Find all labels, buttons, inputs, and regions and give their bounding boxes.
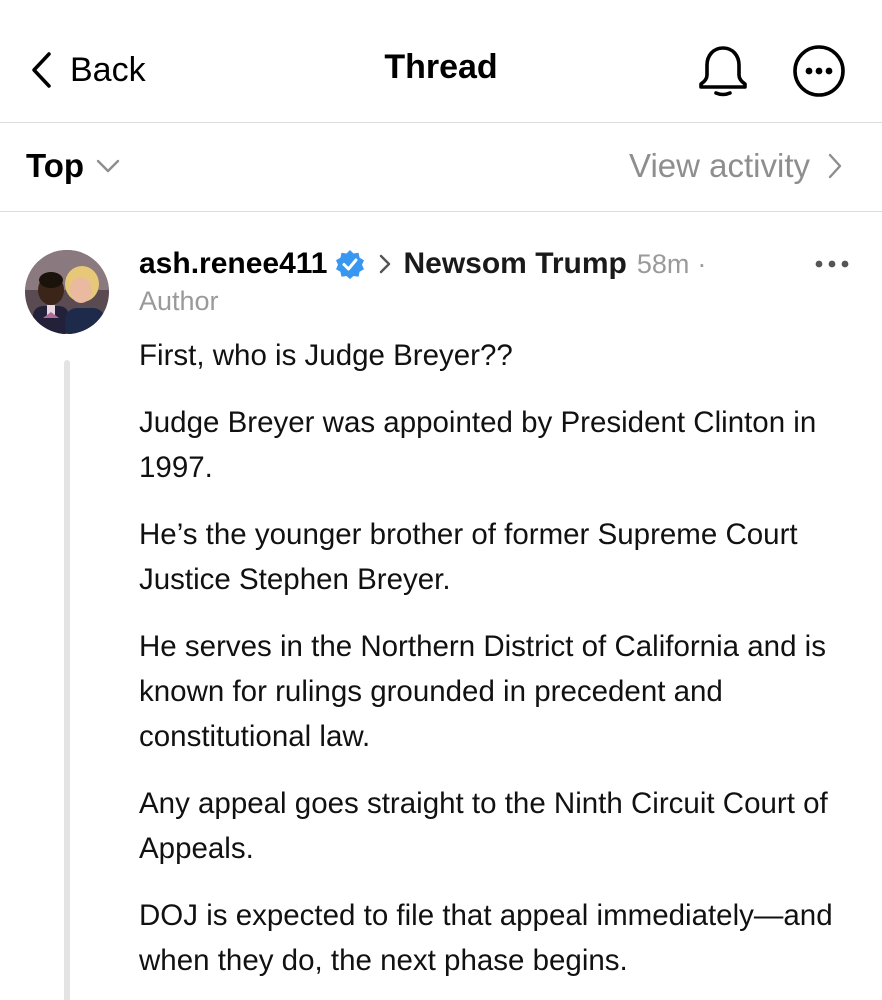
thread-line — [64, 360, 70, 1000]
sort-dropdown[interactable]: Top — [26, 141, 120, 191]
author-label: Author — [139, 286, 219, 316]
post-timestamp: 58m — [636, 248, 690, 279]
bell-icon — [699, 46, 747, 97]
chevron-right-icon — [828, 153, 842, 179]
thread-post: ash.renee411 Newsom Trump 58m · Author F… — [0, 212, 882, 1000]
chevron-left-icon — [32, 52, 51, 88]
avatar[interactable] — [25, 250, 109, 334]
view-activity-label: View activity — [629, 147, 810, 184]
chevron-down-icon — [96, 159, 120, 173]
more-circle-icon — [793, 45, 845, 97]
post-header: ash.renee411 Newsom Trump 58m · — [139, 242, 706, 286]
back-label: Back — [70, 50, 146, 89]
separator-dot: · — [697, 248, 707, 279]
thread-screen: Back Thread Top View activity ash.renee4… — [0, 0, 882, 1000]
profile-photo-icon — [25, 250, 109, 334]
view-activity-link[interactable]: View activity — [629, 141, 842, 191]
topic-tag[interactable]: Newsom Trump — [403, 247, 626, 281]
notifications-button[interactable] — [694, 42, 752, 100]
post-paragraph: First, who is Judge Breyer?? — [139, 339, 513, 372]
sort-bar: Top View activity — [0, 123, 882, 212]
more-horizontal-icon — [815, 260, 849, 268]
post-paragraph: Any appeal goes straight to the Ninth Ci… — [139, 787, 828, 865]
post-paragraph: He’s the younger brother of former Supre… — [139, 518, 798, 596]
verified-badge-icon — [336, 250, 365, 279]
navigation-bar: Back Thread — [0, 0, 882, 123]
username[interactable]: ash.renee411 — [139, 247, 327, 281]
post-options-button[interactable] — [812, 250, 852, 278]
back-button[interactable]: Back — [30, 44, 146, 96]
post-paragraph: DOJ is expected to file that appeal imme… — [139, 899, 833, 977]
chevron-right-icon — [380, 254, 391, 274]
post-paragraph: Judge Breyer was appointed by President … — [139, 406, 817, 484]
post-body: First, who is Judge Breyer?? Judge Breye… — [139, 333, 859, 1000]
post-paragraph: He serves in the Northern District of Ca… — [139, 630, 826, 753]
thread-options-button[interactable] — [792, 44, 846, 98]
sort-label: Top — [26, 147, 85, 184]
